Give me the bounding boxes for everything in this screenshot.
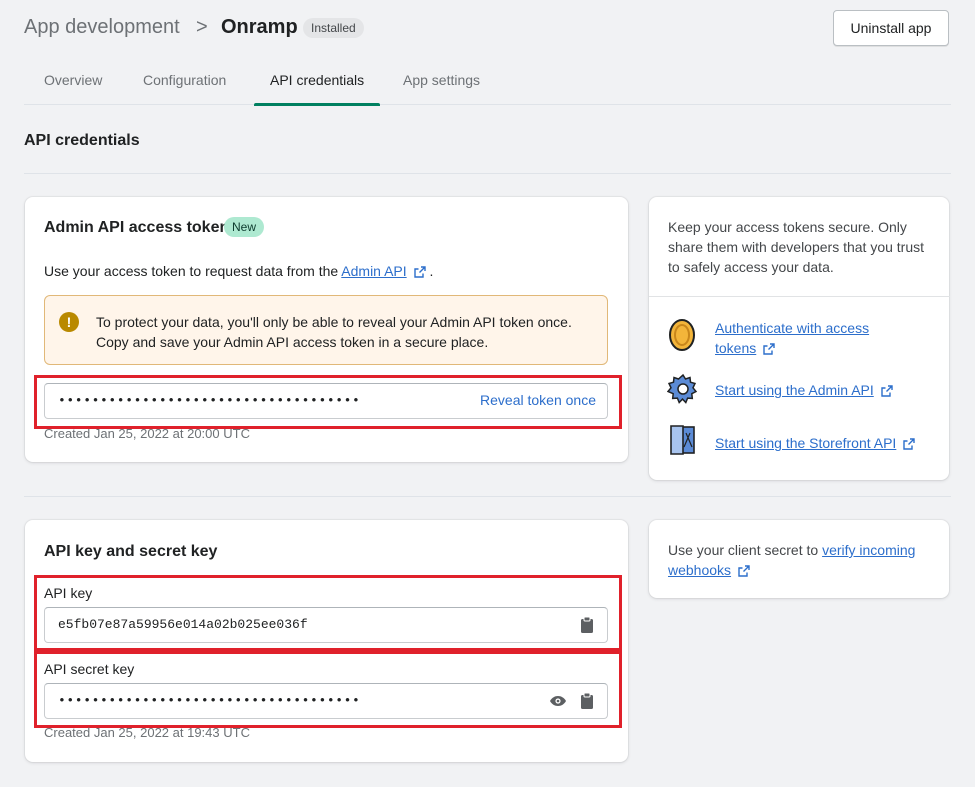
api-secret-key-field[interactable]: ••••••••••••••••••••••••••••••••••••: [44, 683, 608, 719]
api-keys-card-title: API key and secret key: [44, 543, 218, 560]
token-created-timestamp: Created Jan 25, 2022 at 20:00 UTC: [44, 426, 250, 441]
reveal-token-button[interactable]: Reveal token once: [480, 392, 596, 408]
tab-bar: Overview Configuration API credentials A…: [24, 60, 951, 106]
webhook-tip-text: Use your client secret to verify incomin…: [668, 540, 933, 580]
external-link-icon: [413, 266, 426, 278]
page-title: Onramp: [221, 16, 298, 38]
admin-token-description: Use your access token to request data fr…: [44, 261, 433, 281]
gear-icon: [667, 373, 698, 404]
tab-app-settings[interactable]: App settings: [387, 60, 496, 105]
external-link-icon: [903, 438, 915, 450]
external-link-icon: [763, 343, 775, 355]
authenticate-link-line2[interactable]: tokens: [715, 340, 756, 356]
admin-token-card-title: Admin API access token: [44, 219, 230, 236]
storefront-icon: [670, 425, 695, 455]
new-badge: New: [224, 217, 265, 237]
coin-icon: [669, 319, 695, 351]
card-divider: [649, 296, 950, 297]
eye-icon[interactable]: [549, 695, 567, 707]
access-token-field[interactable]: •••••••••••••••••••••••••••••••••••• Rev…: [44, 383, 608, 419]
description-text: Use your access token to request data fr…: [44, 263, 339, 279]
clipboard-icon[interactable]: [580, 692, 594, 710]
storefront-api-guide-label[interactable]: Start using the Storefront API: [715, 435, 896, 451]
security-tip-text: Keep your access tokens secure. Only sha…: [668, 219, 925, 275]
api-key-label: API key: [44, 585, 93, 601]
admin-api-guide-link[interactable]: Start using the Admin API: [715, 380, 893, 400]
admin-api-guide-label[interactable]: Start using the Admin API: [715, 382, 874, 398]
keys-created-timestamp: Created Jan 25, 2022 at 19:43 UTC: [44, 725, 250, 740]
divider: [24, 173, 951, 174]
authenticate-link[interactable]: Authenticate with access tokens: [715, 318, 869, 358]
webhook-tip-prefix: Use your client secret to: [668, 542, 819, 558]
api-secret-key-value: ••••••••••••••••••••••••••••••••••••: [58, 693, 361, 708]
authenticate-link-line1[interactable]: Authenticate with access: [715, 318, 869, 338]
warning-line-1: To protect your data, you'll only be abl…: [96, 314, 572, 330]
warning-text: To protect your data, you'll only be abl…: [96, 312, 596, 352]
storefront-api-guide-link[interactable]: Start using the Storefront API: [715, 433, 915, 453]
uninstall-app-button[interactable]: Uninstall app: [833, 10, 949, 46]
breadcrumb-chevron-icon: >: [196, 16, 208, 38]
external-link-icon: [738, 565, 750, 577]
clipboard-icon[interactable]: [580, 616, 594, 634]
external-link-icon: [880, 385, 893, 397]
api-secret-key-label: API secret key: [44, 661, 135, 677]
tab-overview[interactable]: Overview: [28, 60, 118, 105]
api-key-value: e5fb07e87a59956e014a02b025ee036f: [58, 617, 308, 632]
warning-line-2: Copy and save your Admin API access toke…: [96, 334, 489, 350]
verify-webhooks-link-line2[interactable]: webhooks: [668, 562, 731, 578]
admin-api-link[interactable]: Admin API: [341, 263, 406, 279]
status-badge: Installed: [303, 18, 364, 38]
warning-icon: !: [59, 312, 79, 332]
access-token-value: ••••••••••••••••••••••••••••••••••••: [58, 393, 361, 408]
description-suffix: .: [429, 263, 434, 279]
section-title: API credentials: [24, 132, 140, 149]
divider: [24, 496, 951, 497]
breadcrumb-parent[interactable]: App development: [24, 16, 180, 39]
verify-webhooks-link-line1[interactable]: verify incoming: [822, 542, 915, 558]
api-key-field[interactable]: e5fb07e87a59956e014a02b025ee036f: [44, 607, 608, 643]
tab-api-credentials[interactable]: API credentials: [254, 60, 381, 106]
tab-configuration[interactable]: Configuration: [127, 60, 242, 105]
warning-banner: ! To protect your data, you'll only be a…: [44, 295, 608, 365]
